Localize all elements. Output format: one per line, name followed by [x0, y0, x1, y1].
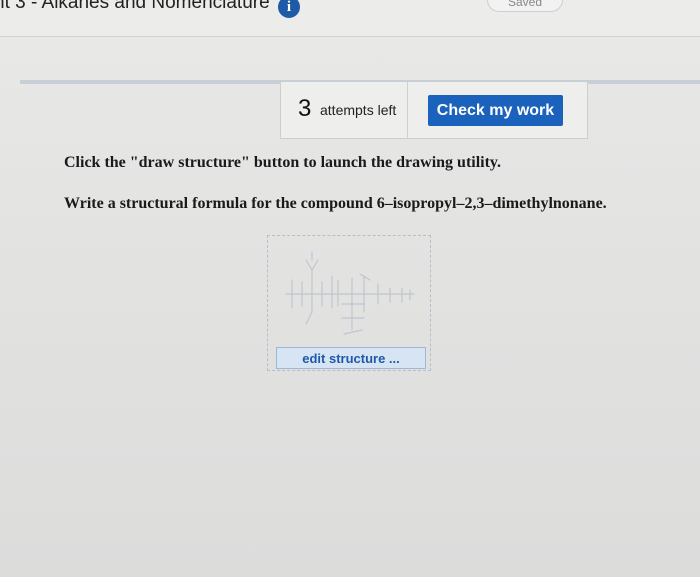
check-my-work-button[interactable]: Check my work: [428, 95, 563, 126]
structure-preview: [285, 251, 415, 335]
attempts-label: attempts left: [320, 102, 397, 118]
instruction-question: Write a structural formula for the compo…: [64, 195, 607, 212]
info-icon[interactable]: i: [278, 0, 300, 18]
top-bar: nt 3 - Alkanes and Nomenclature i Saved: [0, 0, 700, 37]
structure-drawing-area[interactable]: edit structure ...: [267, 235, 431, 371]
attempts-panel: 3 attempts left Check my work: [280, 82, 588, 139]
instruction-launch: Click the "draw structure" button to lau…: [64, 154, 502, 171]
assignment-title: nt 3 - Alkanes and Nomenclature: [0, 0, 270, 13]
panel-separator: [407, 82, 408, 138]
saved-status: Saved: [487, 0, 563, 12]
attempts-count: 3: [298, 95, 312, 122]
edit-structure-button[interactable]: edit structure ...: [276, 347, 426, 369]
